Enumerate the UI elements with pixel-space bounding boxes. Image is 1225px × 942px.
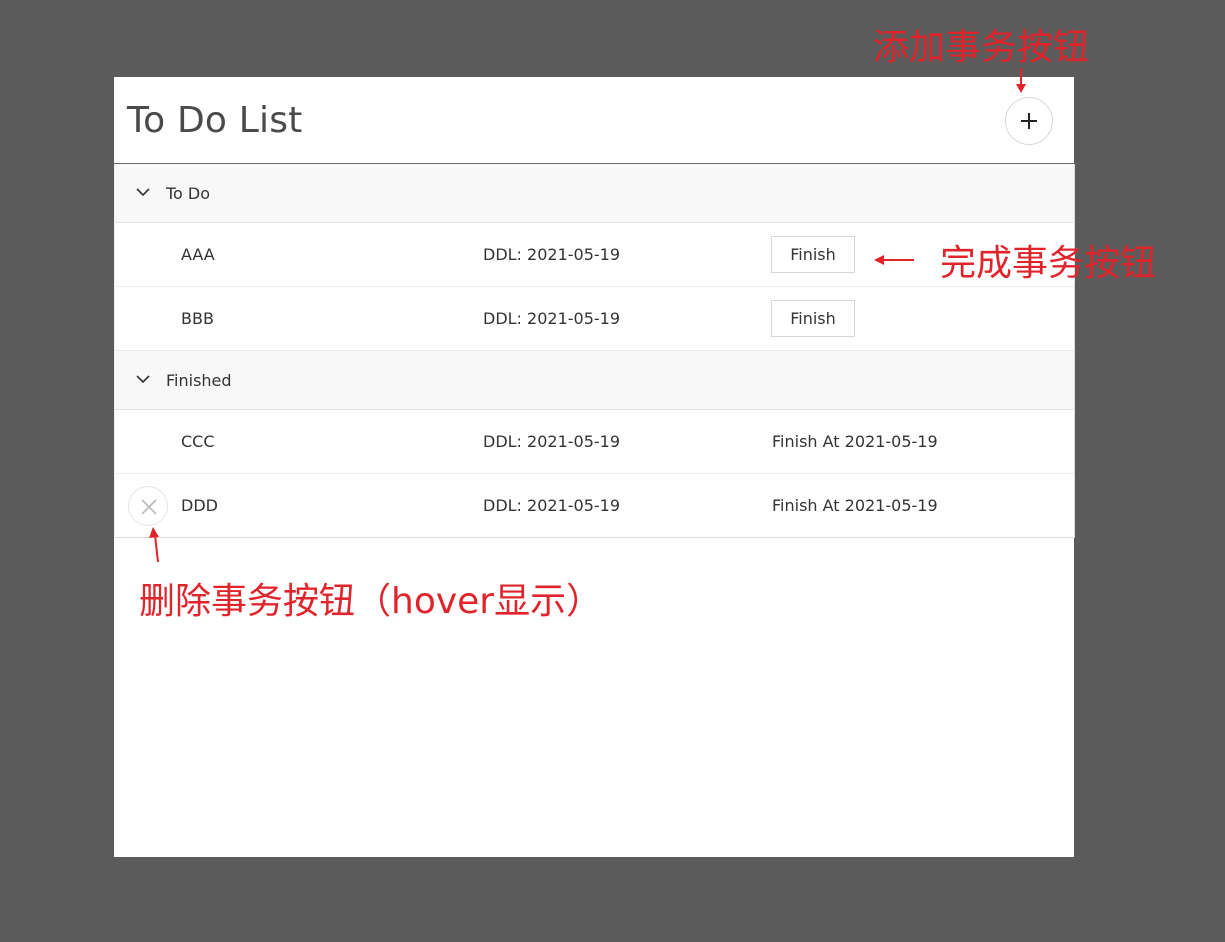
task-finished-at: Finish At 2021-05-19 [772,496,938,515]
task-name: DDD [181,496,218,515]
page-title: To Do List [127,100,303,141]
task-row: CCC DDL: 2021-05-19 Finish At 2021-05-19 [115,410,1074,474]
plus-icon [1021,113,1037,129]
annotation-delete-button: 删除事务按钮（hover显示） [139,581,603,622]
chevron-down-icon [136,188,150,197]
task-finished-at: Finish At 2021-05-19 [772,432,938,451]
task-row: AAA DDL: 2021-05-19 Finish [115,223,1074,287]
task-row: DDD DDL: 2021-05-19 Finish At 2021-05-19 [115,474,1074,537]
finish-button[interactable]: Finish [771,300,855,337]
task-name: CCC [181,432,215,451]
task-ddl: DDL: 2021-05-19 [483,245,621,264]
annotation-arrow-left-icon [874,255,914,265]
delete-task-button[interactable] [128,486,168,526]
finish-button[interactable]: Finish [771,236,855,273]
task-name: BBB [181,309,214,328]
group-header-finished[interactable]: Finished [115,351,1074,410]
annotation-add-button: 添加事务按钮 [873,27,1090,68]
task-ddl: DDL: 2021-05-19 [483,496,621,515]
task-ddl: DDL: 2021-05-19 [483,432,621,451]
app-header: To Do List [114,77,1074,164]
chevron-down-icon [136,375,150,384]
task-row: BBB DDL: 2021-05-19 Finish [115,287,1074,351]
annotation-arrow-down-icon [1016,68,1026,93]
group-label: Finished [166,371,232,390]
group-header-todo[interactable]: To Do [115,164,1074,223]
task-ddl: DDL: 2021-05-19 [483,309,621,328]
task-name: AAA [181,245,215,264]
task-list: To Do AAA DDL: 2021-05-19 Finish BBB DDL… [114,164,1075,538]
close-icon [141,499,157,515]
group-label: To Do [166,184,211,203]
add-task-button[interactable] [1005,97,1053,145]
annotation-finish-button: 完成事务按钮 [940,243,1157,284]
todo-app: To Do List To Do AAA DDL: 2021-05-19 Fin… [114,77,1075,857]
annotation-arrow-up-icon [149,527,159,563]
